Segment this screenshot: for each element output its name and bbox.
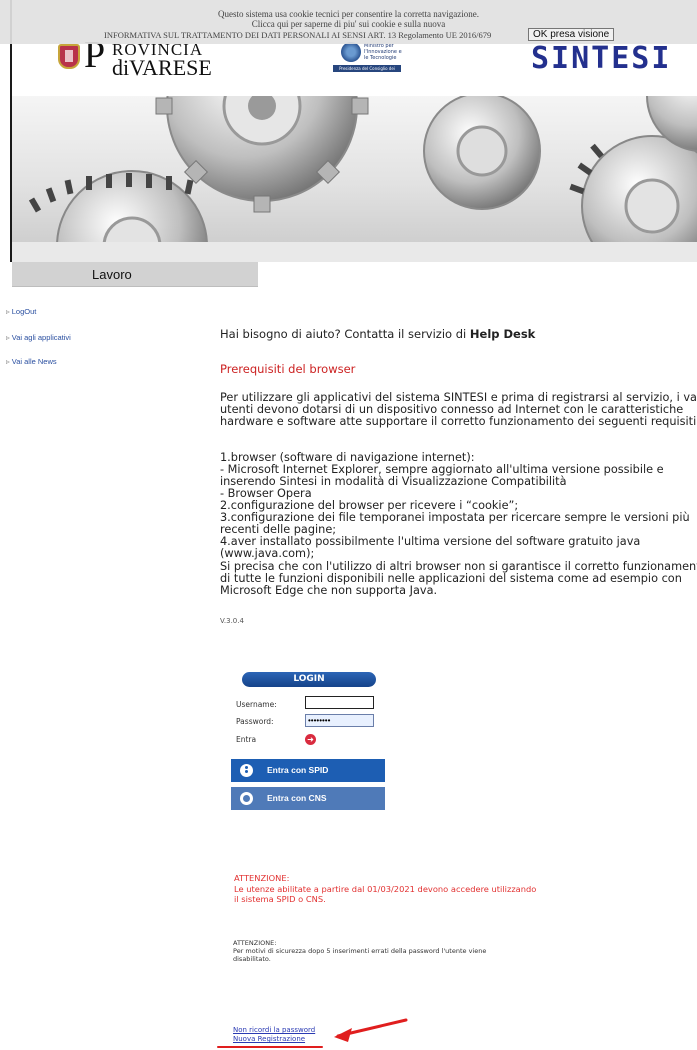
sidebar-item-applicativi[interactable]: ▹ Vai agli applicativi [6, 333, 71, 342]
prerequisites-heading: Prerequisiti del browser [220, 362, 356, 376]
version-label: V.3.0.4 [220, 617, 244, 625]
notice-line: il sistema SPID o CNS. [234, 894, 326, 904]
password-label: Password: [236, 717, 274, 726]
intro-line: hardware e software atte supportare il c… [220, 415, 697, 428]
banner-strip [12, 242, 697, 262]
attention-security-notice: ATTENZIONE: Per motivi di sicurezza dopo… [233, 939, 486, 963]
sidebar-item-label: Vai alle News [11, 357, 57, 366]
gears-illustration-icon [28, 96, 697, 242]
notice-line: Le utenze abilitate a partire dal 01/03/… [234, 883, 537, 894]
requirement-line: (www.java.com); [220, 547, 315, 560]
username-label: Username: [236, 700, 277, 709]
cns-button-label: Entra con CNS [267, 793, 327, 803]
help-text: Hai bisogno di aiuto? Contatta il serviz… [220, 327, 470, 341]
sidebar-item-label: LogOut [11, 307, 37, 316]
annotation-arrow-icon [217, 1018, 408, 1048]
login-header: LOGIN [242, 672, 376, 687]
cookie-privacy-link[interactable]: INFORMATIVA SUL TRATTAMENTO DEI DATI PER… [104, 30, 491, 40]
arrow-icon: ▹ [6, 307, 10, 316]
spid-user-icon [240, 764, 253, 777]
province-logo-line2: diVARESE [112, 55, 212, 80]
spid-login-button[interactable]: Entra con SPID [231, 759, 385, 782]
entra-label: Entra [236, 735, 257, 744]
help-desk-line: Hai bisogno di aiuto? Contatta il serviz… [220, 327, 535, 341]
arrow-icon: ▹ [6, 357, 10, 366]
notice-line: ATTENZIONE: [233, 939, 277, 947]
sidebar-item-news[interactable]: ▹ Vai alle News [6, 357, 57, 366]
login-arrow-icon[interactable]: ➜ [305, 734, 316, 745]
browser-note: Si precisa che con l'utilizzo di altri b… [220, 561, 697, 597]
password-input[interactable] [305, 714, 374, 727]
help-desk-link[interactable]: Help Desk [470, 327, 535, 341]
cookie-accept-button[interactable]: OK presa visione [528, 28, 615, 41]
sidebar-item-label: Vai agli applicativi [11, 333, 71, 342]
cookie-banner-line1: Questo sistema usa cookie tecnici per co… [218, 9, 479, 19]
ministry-logo-text: Ministro per l'Innovazione e le Tecnolog… [364, 43, 402, 61]
notice-line: disabilitato. [233, 955, 271, 963]
gear-banner-image [12, 96, 697, 242]
cookie-banner: Questo sistema usa cookie tecnici per co… [0, 0, 697, 44]
arrow-icon: ▹ [6, 333, 10, 342]
province-crest-icon [58, 44, 80, 69]
notice-line: ATTENZIONE: [234, 873, 290, 883]
intro-paragraph: Per utilizzare gli applicativi del siste… [220, 392, 697, 428]
cns-login-button[interactable]: Entra con CNS [231, 787, 385, 810]
requirements-list: 1.browser (software di navigazione inter… [220, 452, 697, 560]
notice-line: Per motivi di sicurezza dopo 5 inserimen… [233, 947, 487, 955]
username-input[interactable] [305, 696, 374, 709]
ministry-logo-bar: Presidenza del Consiglio dei Ministri [333, 65, 401, 78]
ministry-emblem-icon [341, 42, 361, 62]
ministry-logo[interactable]: Ministro per l'Innovazione e le Tecnolog… [333, 42, 403, 78]
section-tab-label: Lavoro [92, 267, 132, 282]
cns-card-icon [240, 792, 253, 805]
sidebar-item-logout[interactable]: ▹ LogOut [6, 307, 36, 316]
sintesi-logo[interactable]: SINTESI [531, 44, 671, 74]
attention-spid-notice: ATTENZIONE: Le utenze abilitate a partir… [234, 873, 536, 905]
note-line: Microsoft Edge che non supporta Java. [220, 584, 438, 597]
section-tab-lavoro[interactable]: Lavoro [12, 262, 258, 287]
spid-button-label: Entra con SPID [267, 765, 329, 775]
